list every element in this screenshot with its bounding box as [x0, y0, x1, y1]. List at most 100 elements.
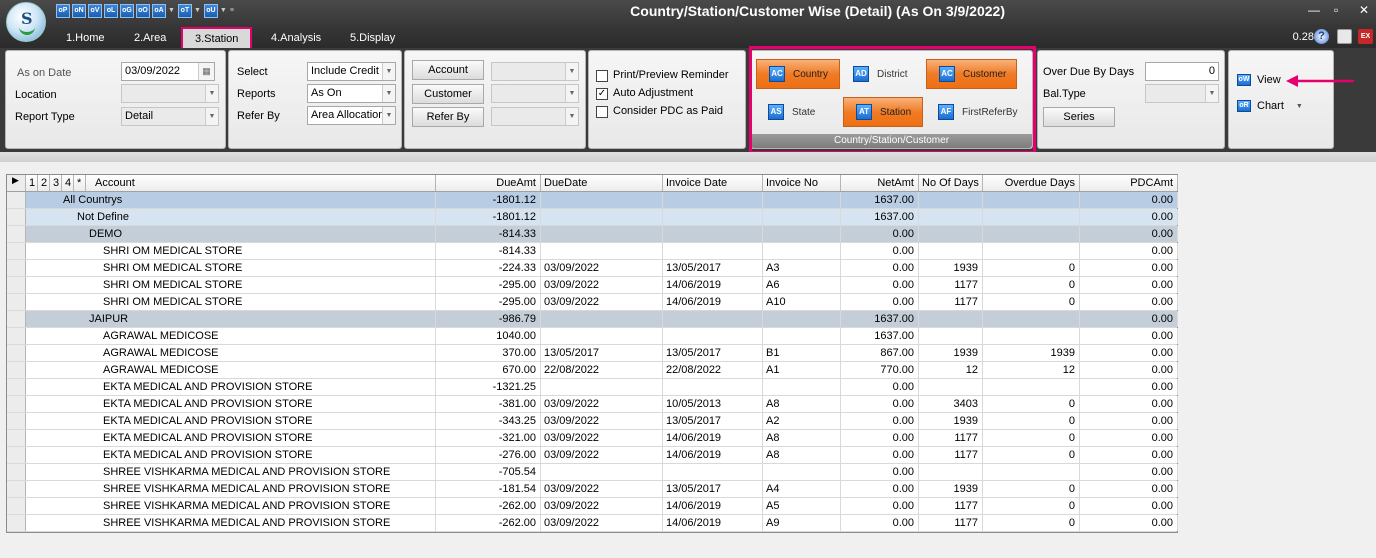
- col-pdc-amt[interactable]: PDCAmt: [1080, 175, 1178, 191]
- cell-pdc-amt[interactable]: 0.00: [1080, 396, 1178, 412]
- cell-net-amt[interactable]: 0.00: [841, 226, 919, 242]
- level-tab-2[interactable]: 2: [39, 175, 50, 191]
- cell-account[interactable]: DEMO: [27, 226, 436, 242]
- cell-net-amt[interactable]: 0.00: [841, 260, 919, 276]
- cell-net-amt[interactable]: 1637.00: [841, 209, 919, 225]
- chevron-down-icon[interactable]: ▼: [565, 108, 578, 125]
- cell-due-date[interactable]: 03/09/2022: [541, 481, 663, 497]
- cell-invoice-no[interactable]: [763, 379, 841, 395]
- table-row[interactable]: SHRI OM MEDICAL STORE -295.00 03/09/2022 14…: [7, 277, 1178, 294]
- consider-pdc-checkbox[interactable]: [596, 106, 608, 118]
- cell-no-of-days[interactable]: 1177: [919, 277, 983, 293]
- cell-invoice-no[interactable]: A8: [763, 447, 841, 463]
- cell-invoice-no[interactable]: [763, 328, 841, 344]
- cell-overdue-days[interactable]: 0: [983, 515, 1080, 531]
- cell-due-amt[interactable]: -1801.12: [436, 192, 541, 208]
- reports-select[interactable]: As On ▼: [307, 84, 396, 103]
- cell-due-date[interactable]: 03/09/2022: [541, 447, 663, 463]
- cell-pdc-amt[interactable]: 0.00: [1080, 209, 1178, 225]
- cell-overdue-days[interactable]: [983, 243, 1080, 259]
- table-row[interactable]: AGRAWAL MEDICOSE 670.00 22/08/2022 22/08/20…: [7, 362, 1178, 379]
- col-invoice-no[interactable]: Invoice No: [763, 175, 841, 191]
- cell-account[interactable]: SHRI OM MEDICAL STORE: [27, 243, 436, 259]
- cell-invoice-no[interactable]: A1: [763, 362, 841, 378]
- table-row[interactable]: EKTA MEDICAL AND PROVISION STORE -343.25 0…: [7, 413, 1178, 430]
- cell-invoice-no[interactable]: [763, 192, 841, 208]
- col-no-of-days[interactable]: No Of Days: [919, 175, 983, 191]
- cell-pdc-amt[interactable]: 0.00: [1080, 498, 1178, 514]
- cell-pdc-amt[interactable]: 0.00: [1080, 362, 1178, 378]
- cell-due-amt[interactable]: -295.00: [436, 277, 541, 293]
- cell-due-date[interactable]: 22/08/2022: [541, 362, 663, 378]
- cell-overdue-days[interactable]: 0: [983, 396, 1080, 412]
- table-row[interactable]: SHRI OM MEDICAL STORE -224.33 03/09/2022 13…: [7, 260, 1178, 277]
- cell-invoice-no[interactable]: [763, 464, 841, 480]
- cell-invoice-date[interactable]: 14/06/2019: [663, 515, 763, 531]
- overdue-days-input[interactable]: 0: [1145, 62, 1219, 81]
- col-due-amt[interactable]: DueAmt: [436, 175, 541, 191]
- tab-display[interactable]: 5.Display: [350, 28, 395, 48]
- chevron-down-icon[interactable]: ▼: [565, 85, 578, 102]
- cell-due-amt[interactable]: -814.33: [436, 243, 541, 259]
- cell-overdue-days[interactable]: 0: [983, 294, 1080, 310]
- cell-due-date[interactable]: [541, 192, 663, 208]
- cell-net-amt[interactable]: 0.00: [841, 481, 919, 497]
- cell-no-of-days[interactable]: 1177: [919, 430, 983, 446]
- cell-net-amt[interactable]: 0.00: [841, 379, 919, 395]
- cell-invoice-no[interactable]: A3: [763, 260, 841, 276]
- cell-overdue-days[interactable]: 0: [983, 498, 1080, 514]
- cell-net-amt[interactable]: 1637.00: [841, 328, 919, 344]
- cell-pdc-amt[interactable]: 0.00: [1080, 515, 1178, 531]
- cell-no-of-days[interactable]: 1177: [919, 498, 983, 514]
- cell-due-amt[interactable]: -321.00: [436, 430, 541, 446]
- cell-pdc-amt[interactable]: 0.00: [1080, 277, 1178, 293]
- cell-account[interactable]: EKTA MEDICAL AND PROVISION STORE: [27, 379, 436, 395]
- cell-account[interactable]: All Countrys: [27, 192, 436, 208]
- cell-net-amt[interactable]: 0.00: [841, 243, 919, 259]
- cell-no-of-days[interactable]: [919, 209, 983, 225]
- cell-invoice-date[interactable]: 14/06/2019: [663, 447, 763, 463]
- table-row[interactable]: DEMO -814.33 0.00 0.00: [7, 226, 1178, 243]
- cell-invoice-date[interactable]: 14/06/2019: [663, 498, 763, 514]
- cell-overdue-days[interactable]: [983, 209, 1080, 225]
- cell-invoice-no[interactable]: [763, 209, 841, 225]
- refer-by-party-select[interactable]: ▼: [491, 107, 579, 126]
- cell-invoice-no[interactable]: A9: [763, 515, 841, 531]
- cell-invoice-no[interactable]: A10: [763, 294, 841, 310]
- calendar-icon[interactable]: ▦: [198, 63, 214, 80]
- cell-account[interactable]: AGRAWAL MEDICOSE: [27, 345, 436, 361]
- cell-invoice-no[interactable]: A5: [763, 498, 841, 514]
- cell-due-date[interactable]: [541, 379, 663, 395]
- chevron-down-icon[interactable]: ▼: [1296, 103, 1303, 110]
- cell-pdc-amt[interactable]: 0.00: [1080, 192, 1178, 208]
- cell-due-amt[interactable]: -705.54: [436, 464, 541, 480]
- cell-net-amt[interactable]: 1637.00: [841, 192, 919, 208]
- cell-net-amt[interactable]: 0.00: [841, 447, 919, 463]
- as-on-date-field[interactable]: 03/09/2022 ▦: [121, 62, 215, 81]
- cell-due-amt[interactable]: -262.00: [436, 515, 541, 531]
- cell-overdue-days[interactable]: [983, 379, 1080, 395]
- cell-overdue-days[interactable]: [983, 226, 1080, 242]
- cell-due-amt[interactable]: -343.25: [436, 413, 541, 429]
- cell-due-amt[interactable]: 370.00: [436, 345, 541, 361]
- cell-invoice-date[interactable]: 13/05/2017: [663, 260, 763, 276]
- cell-due-amt[interactable]: -181.54: [436, 481, 541, 497]
- cell-due-date[interactable]: [541, 243, 663, 259]
- cell-overdue-days[interactable]: 0: [983, 260, 1080, 276]
- tab-area[interactable]: 2.Area: [134, 28, 166, 48]
- cell-net-amt[interactable]: 770.00: [841, 362, 919, 378]
- cell-no-of-days[interactable]: 1939: [919, 481, 983, 497]
- chart-button[interactable]: oR Chart ▼: [1237, 100, 1303, 112]
- view-button[interactable]: oW View: [1237, 74, 1281, 86]
- cell-due-date[interactable]: 13/05/2017: [541, 345, 663, 361]
- col-net-amt[interactable]: NetAmt: [841, 175, 919, 191]
- cell-invoice-no[interactable]: B1: [763, 345, 841, 361]
- cell-overdue-days[interactable]: 0: [983, 413, 1080, 429]
- table-row[interactable]: SHREE VISHKARMA MEDICAL AND PROVISION ST…: [7, 464, 1178, 481]
- chevron-down-icon[interactable]: ▼: [382, 107, 395, 124]
- cell-pdc-amt[interactable]: 0.00: [1080, 447, 1178, 463]
- cell-overdue-days[interactable]: 0: [983, 481, 1080, 497]
- table-row[interactable]: SHREE VISHKARMA MEDICAL AND PROVISION ST…: [7, 481, 1178, 498]
- cell-overdue-days[interactable]: 0: [983, 447, 1080, 463]
- cell-due-date[interactable]: 03/09/2022: [541, 396, 663, 412]
